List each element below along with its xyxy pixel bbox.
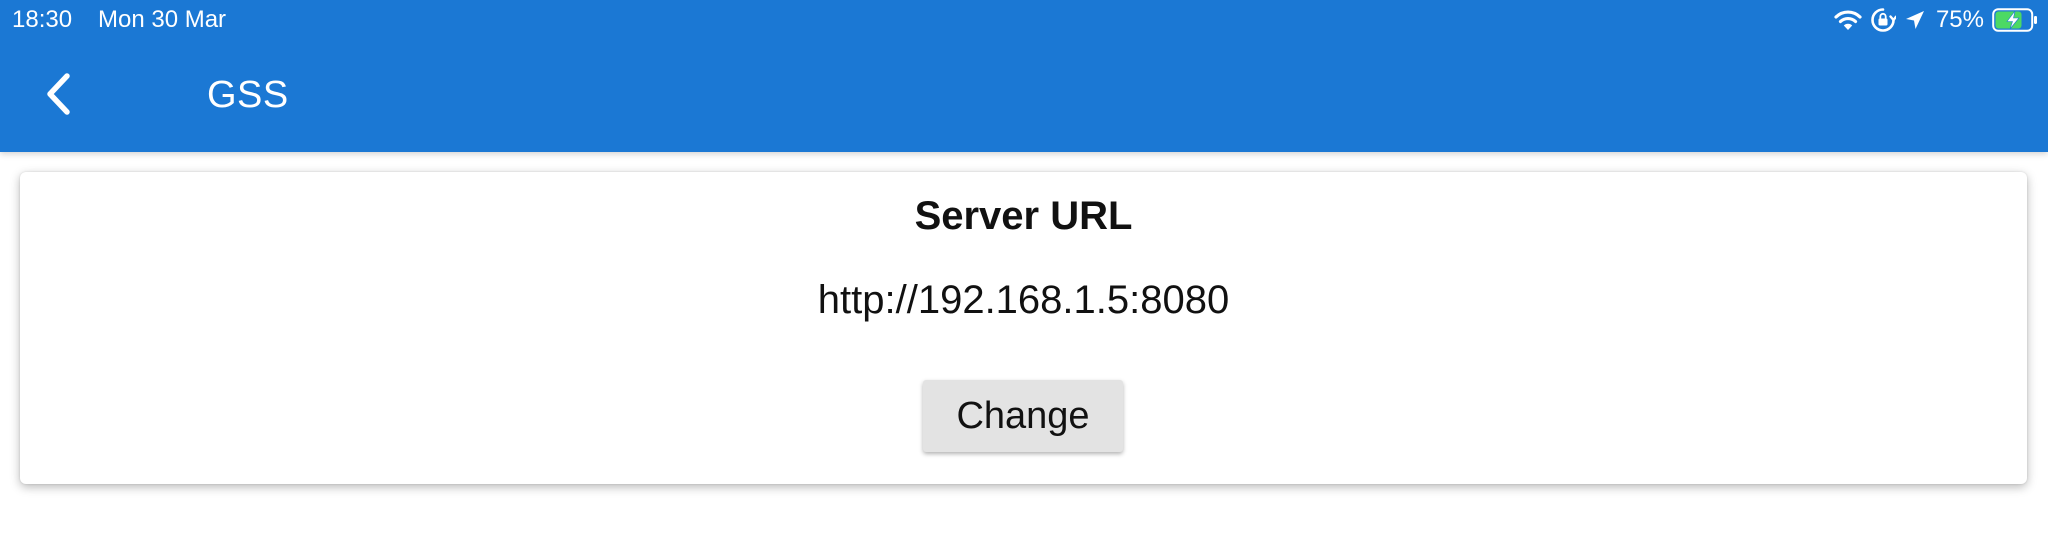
status-bar: 18:30 Mon 30 Mar 75% [0, 0, 2048, 40]
page-title: GSS [207, 74, 289, 116]
status-date: Mon 30 Mar [98, 6, 227, 33]
status-indicators: 75% [1834, 4, 2038, 36]
wifi-icon [1834, 9, 1862, 31]
chevron-left-icon [43, 72, 73, 121]
app-bar: 18:30 Mon 30 Mar 75% GSS [0, 0, 2048, 152]
card-title: Server URL [914, 194, 1133, 238]
back-button[interactable] [34, 70, 82, 122]
server-url-card: Server URL http://192.168.1.5:8080 Chang… [20, 172, 2027, 484]
location-arrow-icon [1904, 9, 1926, 31]
battery-charging-icon [1992, 8, 2038, 32]
battery-percent: 75% [1935, 6, 1984, 33]
orientation-lock-icon [1870, 7, 1896, 33]
server-url-value: http://192.168.1.5:8080 [817, 278, 1230, 322]
change-button[interactable]: Change [923, 380, 1123, 452]
status-time: 18:30 [12, 6, 73, 33]
